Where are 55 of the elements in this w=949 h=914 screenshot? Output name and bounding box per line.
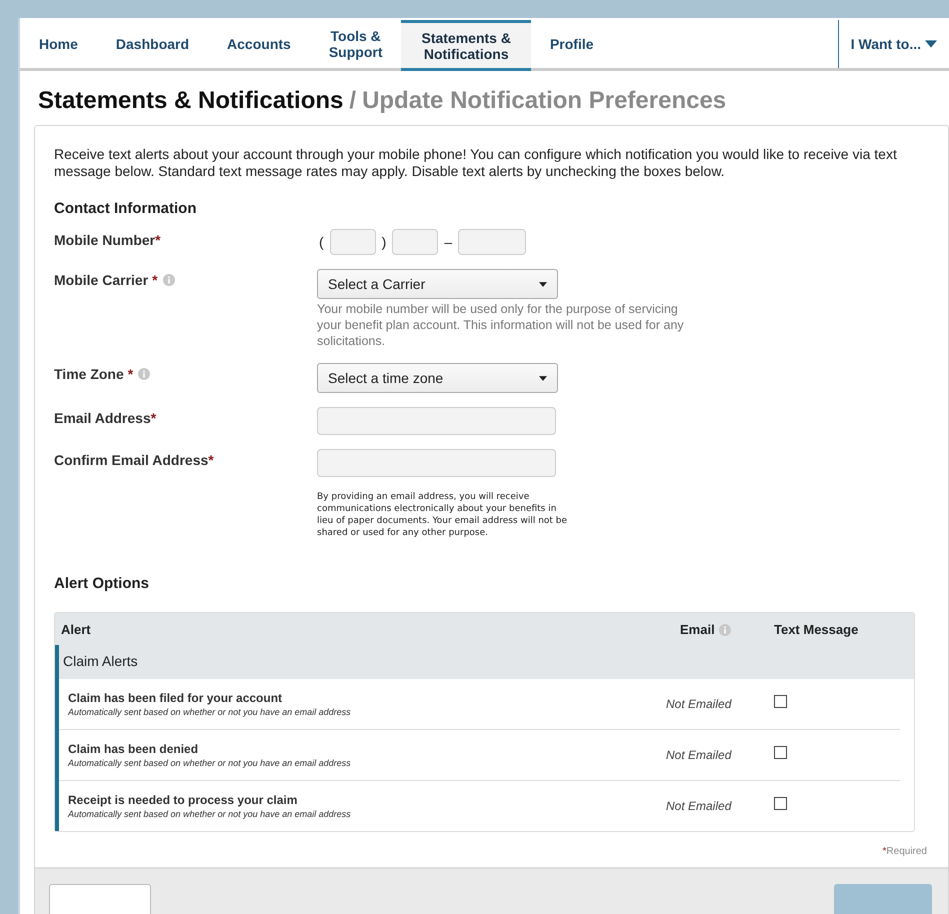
field-label: Confirm Email Address* [54, 452, 214, 468]
info-icon[interactable] [162, 274, 175, 286]
help-text: Your mobile number will be used only for the purpose of servicing your benefit plan account. This information will not be used for any solicitations. [317, 301, 685, 349]
caret-icon [539, 376, 547, 380]
alert-note: Automatically sent based on whether or not you have an email address [68, 758, 352, 768]
email-status: Not Emailed [666, 799, 732, 813]
alert-note: Automatically sent based on whether or not you have an email address [68, 707, 352, 717]
nav-tab[interactable]: Tools & Support [310, 20, 402, 68]
section-heading: Contact Information [54, 200, 198, 217]
input-field[interactable] [317, 407, 556, 435]
required-note: *Required [882, 846, 927, 857]
area-code-field[interactable] [330, 229, 376, 255]
column-header: Alert [61, 622, 91, 636]
prefix-field[interactable] [392, 229, 438, 255]
parenthesis: ) [382, 234, 386, 250]
info-icon[interactable] [718, 624, 731, 636]
page-subtitle: Update Notification Preferences [362, 87, 726, 114]
menu-button[interactable]: I Want to... [838, 20, 949, 68]
button[interactable] [834, 884, 932, 914]
checkbox[interactable] [774, 746, 787, 759]
page-title: Statements & Notifications [38, 87, 344, 114]
dash: – [444, 234, 452, 250]
parenthesis: ( [319, 234, 324, 250]
alert-title: Claim has been filed for your account [68, 691, 284, 705]
column-header: Text Message [774, 622, 858, 636]
intro-text: Receive text alerts about your account through your mobile phone! You can configure which notification you would like to receive via text message below. Standard text message rates may apply. Disable text alerts by unchecking the boxes below. [54, 146, 898, 180]
input-field[interactable] [317, 449, 556, 477]
nav-tab[interactable]: Dashboard [96, 20, 208, 68]
column-header: Email [680, 622, 715, 636]
help-text: By providing an email address, you will receive communications electronically about your benefits in lieu of paper documents. Your email address will not be shared or used for any other purpose. [317, 491, 568, 539]
caret-icon [925, 40, 937, 48]
alert-title: Receipt is needed to process your claim [68, 793, 298, 807]
info-icon[interactable] [138, 368, 150, 380]
field-label: Email Address* [54, 410, 156, 426]
checkbox[interactable] [774, 797, 787, 810]
button[interactable] [49, 884, 151, 914]
email-status: Not Emailed [666, 748, 732, 762]
checkbox[interactable] [774, 695, 787, 708]
field-label: Mobile Number* [54, 232, 161, 248]
alert-note: Automatically sent based on whether or not you have an email address [68, 809, 352, 819]
nav-tab[interactable]: Statements & Notifications [401, 20, 531, 71]
nav-tab[interactable]: Profile [530, 20, 613, 68]
email-status: Not Emailed [666, 697, 732, 711]
alert-title: Claim has been denied [68, 742, 200, 756]
line-number-field[interactable] [458, 229, 526, 255]
nav-tab[interactable]: Home [20, 20, 97, 68]
caret-icon [539, 282, 547, 286]
group-title: Claim Alerts [59, 645, 914, 679]
dropdown[interactable]: Select a Carrier [317, 269, 558, 299]
field-label: Time Zone * [54, 366, 134, 382]
field-label: Mobile Carrier * [54, 272, 158, 288]
dropdown[interactable]: Select a time zone [317, 363, 558, 393]
nav-tab[interactable]: Accounts [208, 20, 310, 68]
breadcrumb-separator: / [349, 87, 356, 114]
section-heading: Alert Options [54, 575, 150, 592]
